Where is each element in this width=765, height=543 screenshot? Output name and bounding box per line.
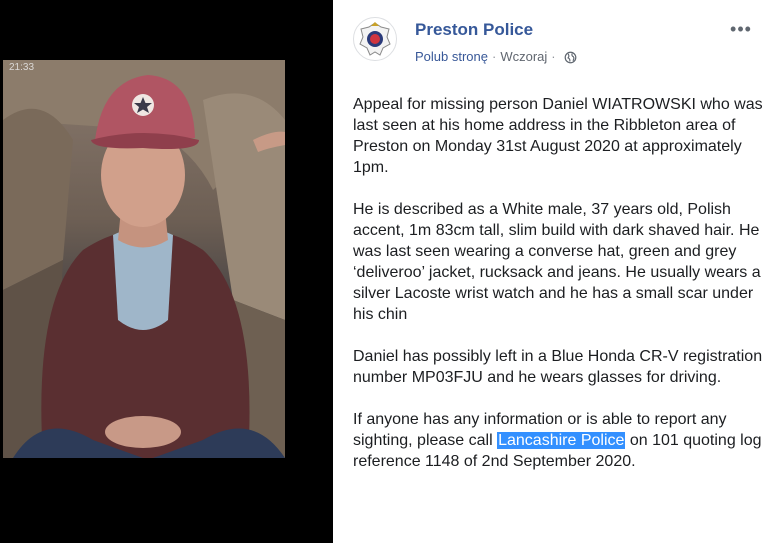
post-timestamp[interactable]: Wczoraj: [500, 49, 547, 64]
post-card: Preston Police Polub stronę · Wczoraj · •••…: [333, 0, 765, 543]
page-name-link[interactable]: Preston Police: [415, 20, 533, 40]
post-paragraph: He is described as a White male, 37 year…: [353, 201, 761, 323]
globe-icon: [564, 51, 577, 64]
photo-viewer: 21:33: [0, 0, 333, 543]
meta-separator: ·: [492, 49, 497, 64]
post-body: Appeal for missing person Daniel WIATROW…: [353, 94, 763, 493]
post-paragraph: Daniel has possibly left in a Blue Honda…: [353, 348, 763, 386]
more-options-button[interactable]: •••: [727, 18, 755, 40]
photo-status-time: 21:33: [9, 62, 35, 73]
police-badge-icon: [359, 22, 391, 56]
post-meta: Polub stronę · Wczoraj ·: [415, 49, 577, 64]
like-page-link[interactable]: Polub stronę: [415, 49, 488, 64]
selected-text-highlight[interactable]: Lancashire Police: [497, 432, 626, 449]
post-paragraph: Appeal for missing person Daniel WIATROW…: [353, 96, 763, 176]
missing-person-photo: 21:33: [3, 60, 285, 458]
meta-separator: ·: [551, 49, 556, 64]
post-paragraph: If anyone has any information or is able…: [353, 409, 763, 472]
page-avatar[interactable]: [353, 17, 397, 61]
photo-illustration: [3, 60, 285, 458]
